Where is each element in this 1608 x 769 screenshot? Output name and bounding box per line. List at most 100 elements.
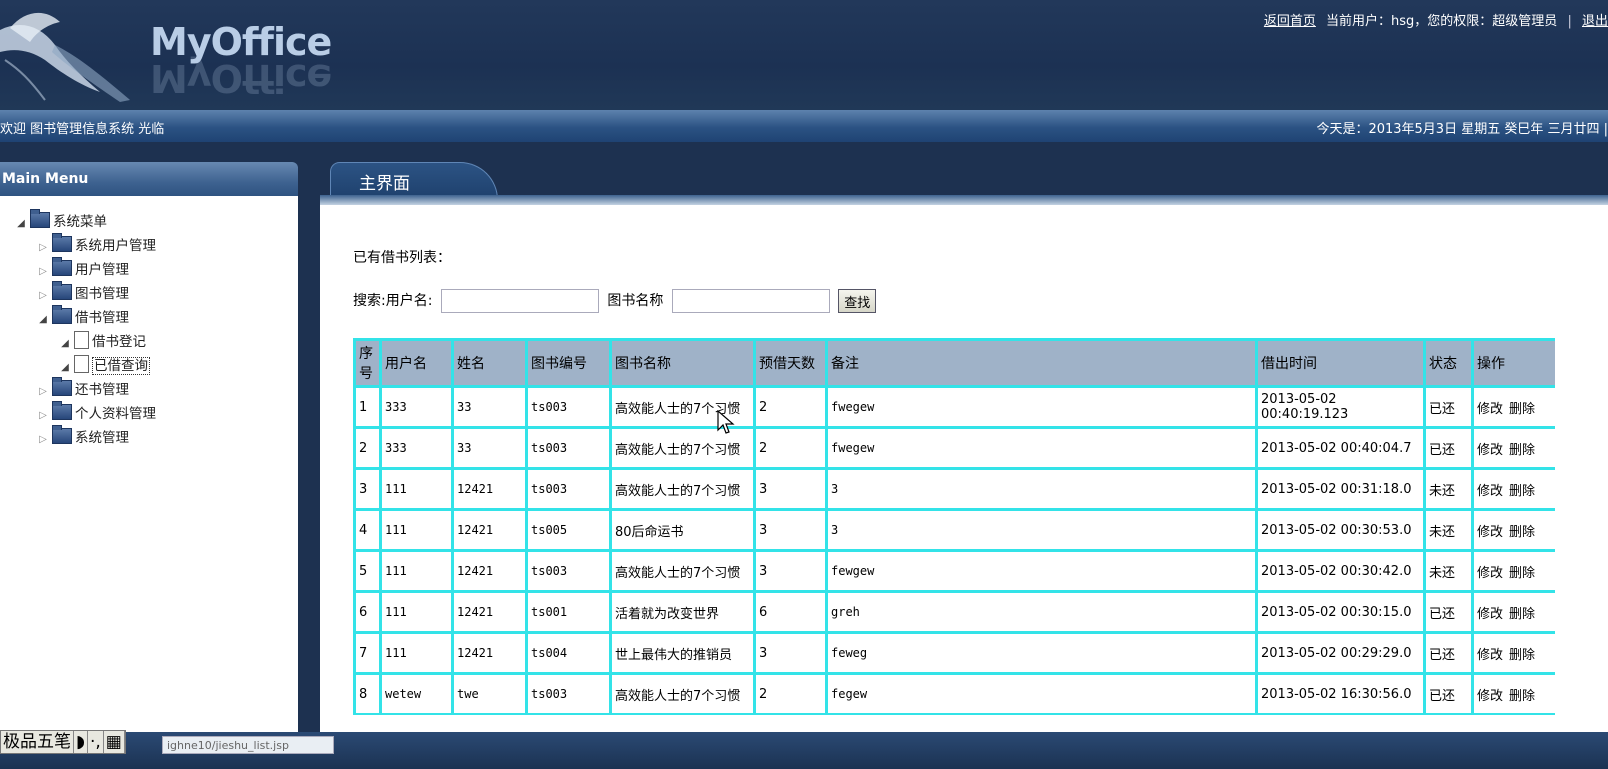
- table-header-row: 序号 用户名 姓名 图书编号 图书名称 预借天数 备注 借出时间 状态 操作: [353, 338, 1555, 388]
- cell-no: 2: [353, 426, 382, 470]
- expand-arrow-icon[interactable]: ◢: [36, 308, 50, 332]
- search-book-input[interactable]: [671, 289, 830, 313]
- sidebar-item-borrow-register[interactable]: ◢ 借书登记: [14, 330, 156, 354]
- edit-link[interactable]: 修改: [1477, 689, 1503, 704]
- cell-note: greh: [825, 590, 1258, 634]
- sidebar-item-users[interactable]: ▷ 用户管理: [14, 257, 156, 284]
- edit-link[interactable]: 修改: [1477, 484, 1503, 499]
- delete-link[interactable]: 删除: [1509, 525, 1535, 540]
- cell-status: 已还: [1423, 426, 1474, 470]
- ime-punct-icon[interactable]: ·,: [88, 731, 104, 753]
- sidebar-item-profile[interactable]: ▷ 个人资料管理: [14, 401, 156, 428]
- cell-book-id: ts003: [525, 549, 612, 593]
- collapse-arrow-icon[interactable]: ▷: [36, 380, 50, 404]
- cell-book: 高效能人士的7个习惯: [609, 467, 756, 511]
- table-row[interactable]: 3 111 12421 ts003 高效能人士的7个习惯 3 3 2013-05-02 00:…: [353, 467, 1555, 511]
- cell-note: feweg: [825, 631, 1258, 675]
- sidebar-item-return[interactable]: ▷ 还书管理: [14, 377, 156, 404]
- cell-user: 111: [379, 508, 454, 552]
- table-row[interactable]: 922223523532ts004世上最伟大的推销员2fwe2013-05-02…: [353, 713, 1555, 715]
- column-header: 预借天数: [753, 338, 828, 388]
- cell-book-id: ts003: [525, 467, 612, 511]
- table-row[interactable]: 5 111 12421 ts003 高效能人士的7个习惯 3 fewgew 2013-05-0…: [353, 549, 1555, 593]
- table-row[interactable]: 1 333 33 ts003 高效能人士的7个习惯 2 fwegew 2013-05-02 0…: [353, 385, 1555, 429]
- edit-link[interactable]: 修改: [1477, 607, 1503, 622]
- delete-link[interactable]: 删除: [1509, 607, 1535, 622]
- borrow-table-container[interactable]: 序号 用户名 姓名 图书编号 图书名称 预借天数 备注 借出时间 状态 操作 1 333 33 ts00…: [353, 338, 1555, 715]
- cell-actions: 修改删除: [1471, 508, 1555, 552]
- table-row[interactable]: 8 wetew twe ts003 高效能人士的7个习惯 2 fegew 2013-05-02…: [353, 672, 1555, 715]
- search-user-input[interactable]: [440, 289, 599, 313]
- sidebar-item-system[interactable]: ▷ 系统管理: [14, 425, 156, 452]
- column-header: 用户名: [379, 338, 454, 388]
- cell-time: 2013-05-02 16:30:19.0: [1255, 713, 1426, 715]
- column-header: 序号: [353, 338, 382, 388]
- table-row[interactable]: 2 333 33 ts003 高效能人士的7个习惯 2 fwegew 2013-05-02 0…: [353, 426, 1555, 470]
- status-url: ighne10/jieshu_list.jsp: [162, 736, 334, 754]
- cell-name: 12421: [451, 631, 528, 675]
- ime-toolbar[interactable]: 极品五笔 ◗ ·, ▦: [0, 730, 126, 754]
- cell-note: 3: [825, 467, 1258, 511]
- delete-link[interactable]: 删除: [1509, 484, 1535, 499]
- delete-link[interactable]: 删除: [1509, 566, 1535, 581]
- leaf-arrow-icon: ◢: [61, 338, 69, 349]
- edit-link[interactable]: 修改: [1477, 648, 1503, 663]
- cell-user: 222: [379, 713, 454, 715]
- delete-link[interactable]: 删除: [1509, 443, 1535, 458]
- edit-link[interactable]: 修改: [1477, 525, 1503, 540]
- edit-link[interactable]: 修改: [1477, 443, 1503, 458]
- welcome-text: 欢迎 图书管理信息系统 光临: [0, 122, 165, 137]
- sidebar-item-label: 用户管理: [75, 262, 129, 278]
- sidebar-item-borrowed-query[interactable]: ◢ 已借查询: [14, 354, 156, 378]
- collapse-arrow-icon[interactable]: ▷: [36, 404, 50, 428]
- folder-icon: [52, 401, 72, 420]
- cell-book-id: ts004: [525, 713, 612, 715]
- cell-time: 2013-05-02 00:30:42.0: [1255, 549, 1426, 593]
- table-row[interactable]: 6 111 12421 ts001 活着就为改变世界 6 greh 2013-05-02 00…: [353, 590, 1555, 634]
- collapse-arrow-icon[interactable]: ▷: [36, 284, 50, 308]
- sidebar-item-borrow[interactable]: ◢ 借书管理: [14, 305, 156, 332]
- cell-time: 2013-05-02 00:30:15.0: [1255, 590, 1426, 634]
- sidebar-item-label: 个人资料管理: [75, 406, 156, 422]
- sidebar-item-books[interactable]: ▷ 图书管理: [14, 281, 156, 308]
- cell-status: 未还: [1423, 549, 1474, 593]
- table-row[interactable]: 4 111 12421 ts005 80后命运书 3 3 2013-05-02 00:30:5…: [353, 508, 1555, 552]
- expand-arrow-icon[interactable]: ◢: [14, 212, 28, 236]
- ime-name[interactable]: 极品五笔: [1, 731, 74, 753]
- ime-keyboard-icon[interactable]: ▦: [104, 731, 125, 753]
- cell-book-id: ts005: [525, 508, 612, 552]
- column-header: 备注: [825, 338, 1258, 388]
- cell-days: 3: [753, 549, 828, 593]
- edit-link[interactable]: 修改: [1477, 402, 1503, 417]
- cell-status: 已还: [1423, 590, 1474, 634]
- cell-name: 23523532: [451, 713, 528, 715]
- collapse-arrow-icon[interactable]: ▷: [36, 428, 50, 452]
- table-row[interactable]: 7 111 12421 ts004 世上最伟大的推销员 3 feweg 2013-05-02 …: [353, 631, 1555, 675]
- logout-link[interactable]: 退出: [1582, 14, 1608, 29]
- collapse-arrow-icon[interactable]: ▷: [36, 260, 50, 284]
- tab-strip: [320, 195, 1608, 205]
- cell-actions: 修改删除: [1471, 549, 1555, 593]
- cell-name: 12421: [451, 549, 528, 593]
- ime-moon-icon[interactable]: ◗: [74, 731, 88, 753]
- delete-link[interactable]: 删除: [1509, 689, 1535, 704]
- cell-note: fwegew: [825, 426, 1258, 470]
- edit-link[interactable]: 修改: [1477, 566, 1503, 581]
- cell-note: 3: [825, 508, 1258, 552]
- sidebar-item-label: 图书管理: [75, 286, 129, 302]
- tree-root[interactable]: ◢ 系统菜单: [14, 209, 156, 236]
- home-link[interactable]: 返回首页: [1264, 14, 1316, 29]
- welcome-bar: 欢迎 图书管理信息系统 光临 今天是：2013年5月3日 星期五 癸巳年 三月廿…: [0, 110, 1608, 142]
- delete-link[interactable]: 删除: [1509, 402, 1535, 417]
- folder-icon: [52, 425, 72, 444]
- delete-link[interactable]: 删除: [1509, 648, 1535, 663]
- cell-no: 1: [353, 385, 382, 429]
- sidebar: ◢ 系统菜单 ▷ 系统用户管理 ▷ 用户管理 ▷ 图书管理 ◢ 借书管理 ◢ 借书登记 ◢ 已…: [0, 196, 298, 756]
- collapse-arrow-icon[interactable]: ▷: [36, 236, 50, 260]
- cell-time: 2013-05-02 00:29:29.0: [1255, 631, 1426, 675]
- folder-icon: [52, 305, 72, 324]
- cell-name: 33: [451, 385, 528, 429]
- sidebar-item-system-users[interactable]: ▷ 系统用户管理: [14, 233, 156, 260]
- search-button[interactable]: 查找: [838, 289, 877, 313]
- cell-days: 2: [753, 385, 828, 429]
